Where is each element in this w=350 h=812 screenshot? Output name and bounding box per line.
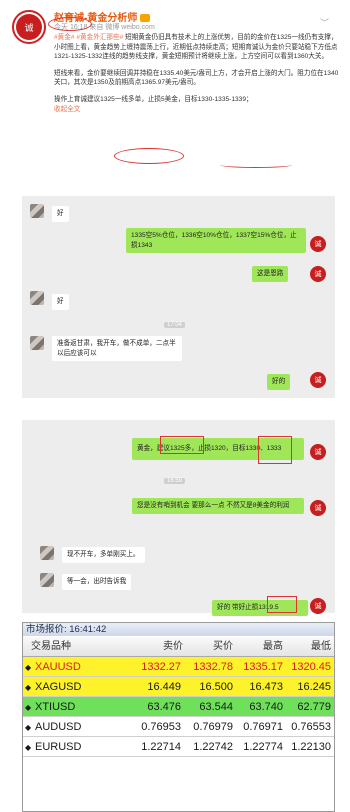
col-header-buy[interactable]: 买价: [183, 637, 233, 657]
chat-message: 现不开车，多单刚买上。: [62, 547, 145, 563]
collapse-link[interactable]: 收起全文: [54, 105, 340, 115]
sell-price: 63.476: [147, 701, 181, 713]
sell-price: 16.449: [147, 681, 181, 693]
analyst-avatar: 诚: [310, 444, 326, 460]
chat-message: 这是恩路: [252, 266, 289, 282]
arrow-up-icon: ◆: [25, 663, 32, 672]
low-price: 62.779: [297, 701, 331, 713]
buy-price: 63.544: [199, 701, 233, 713]
chat-screenshot-1: 好 1335空5%仓位，1336空10%仓位，1337空15%仓位，止损1343…: [22, 196, 335, 398]
post-body: #黄金# #黄金外汇那些# 短期黄金仍旧具有技术上的上涨优势，目前的金价在132…: [54, 33, 340, 114]
buy-price: 1.22742: [193, 741, 233, 753]
symbol-text: EURUSD: [35, 741, 82, 753]
symbol-cell: ◆ XAGUSD: [25, 677, 115, 697]
analyst-avatar: 诚: [310, 266, 326, 282]
table-row[interactable]: ◆ AUDUSD 0.76953 0.76979 0.76971 0.76553: [23, 717, 334, 737]
client-avatar: [40, 573, 54, 587]
sell-price: 0.76953: [141, 721, 181, 733]
analyst-avatar: 诚: [310, 598, 326, 614]
entry-annotation-circle: [114, 148, 184, 164]
high-price: 16.473: [249, 681, 283, 693]
table-row[interactable]: ◆ XAUUSD 1332.27 1332.78 1335.17 1320.45: [23, 657, 334, 677]
stoploss-annotation-box: [267, 596, 297, 613]
client-avatar: [30, 291, 44, 305]
table-row[interactable]: ◆ EURUSD 1.22714 1.22742 1.22774 1.22130: [23, 737, 334, 757]
symbol-text: XTIUSD: [35, 701, 76, 713]
col-header-low[interactable]: 最低: [285, 637, 331, 657]
symbol-cell: ◆ XAUUSD: [25, 657, 115, 677]
post-paragraph-2: 短线来看，金价要继续回调并持稳在1335.40美元/盎司上方，才会开启上涨的大门…: [54, 69, 339, 87]
weibo-post: 诚 赵育诚-黄金分析师 今天 16:18 来自 微博 weibo.com ﹀ #…: [0, 0, 350, 182]
chat-message: 准备返甘肃，我开车，做不成单，二点半以后应该可以: [52, 336, 182, 361]
chat-timestamp: 17:04: [164, 322, 186, 328]
high-price: 1335.17: [243, 661, 283, 673]
chat-message-trade-plan: 1335空5%仓位，1336空10%仓位，1337空15%仓位，止损1343: [126, 228, 306, 253]
symbol-text: AUDUSD: [35, 721, 82, 733]
analyst-avatar: 诚: [310, 372, 326, 388]
low-price: 16.245: [297, 681, 331, 693]
chat-screenshot-2: 黄金，建议1325多，止损1320，目标1330、1333 诚 16:59 您是…: [22, 420, 335, 616]
client-avatar: [40, 546, 54, 560]
market-quote-window: 市场报价: 16:41:42 交易品种 卖价 买价 最高 最低 ◆ XAUUSD …: [22, 622, 335, 812]
client-avatar: [30, 204, 44, 218]
client-avatar: [30, 336, 44, 350]
post-paragraph-3: 操作上育诚建议1325一线多单，止损5美金，目标1330-1335-1339；: [54, 95, 253, 103]
chat-message: 好的: [267, 374, 291, 390]
buy-price: 0.76979: [193, 721, 233, 733]
col-header-sell[interactable]: 卖价: [123, 637, 183, 657]
target-annotation-box: [258, 436, 292, 464]
analyst-avatar: 诚: [310, 500, 326, 516]
symbol-text: XAUUSD: [35, 661, 81, 673]
sell-price: 1332.27: [141, 661, 181, 673]
buy-price: 16.500: [199, 681, 233, 693]
analyst-avatar: 诚: [310, 236, 326, 252]
chat-message: 好: [52, 206, 69, 222]
arrow-up-icon: ◆: [25, 743, 32, 752]
symbol-text: XAGUSD: [35, 681, 82, 693]
col-header-symbol[interactable]: 交易品种: [31, 637, 111, 657]
table-row[interactable]: ◆ XTIUSD 63.476 63.544 63.740 62.779: [23, 697, 334, 717]
chat-message: 等一会，出时告诉我: [62, 574, 132, 590]
low-price: 1.22130: [291, 741, 331, 753]
time-annotation-circle: [48, 17, 92, 31]
symbol-cell: ◆ XTIUSD: [25, 697, 115, 717]
high-price: 1.22774: [243, 741, 283, 753]
low-price: 1320.45: [291, 661, 331, 673]
chat-message: 好: [52, 294, 69, 310]
arrow-up-icon: ◆: [25, 683, 32, 692]
chat-message: 您是没有哨到机会 要那么一点 不然又是8美金的利润: [132, 498, 304, 514]
low-price: 0.76553: [291, 721, 331, 733]
arrow-up-icon: ◆: [25, 723, 32, 732]
symbol-cell: ◆ AUDUSD: [25, 717, 115, 737]
col-header-high[interactable]: 最高: [235, 637, 283, 657]
post-source: 来自 微博 weibo.com: [89, 24, 155, 31]
target-annotation-underline: [220, 162, 292, 168]
sell-price: 1.22714: [141, 741, 181, 753]
high-price: 63.740: [249, 701, 283, 713]
author-avatar[interactable]: 诚: [12, 10, 46, 44]
symbol-cell: ◆ EURUSD: [25, 737, 115, 757]
high-price: 0.76971: [243, 721, 283, 733]
table-row[interactable]: ◆ XAGUSD 16.449 16.500 16.473 16.245: [23, 677, 334, 697]
post-tags[interactable]: #黄金# #黄金外汇那些#: [54, 34, 123, 41]
quote-header-row: 交易品种 卖价 买价 最高 最低: [23, 637, 334, 657]
buy-price: 1332.78: [193, 661, 233, 673]
chat-timestamp: 16:59: [164, 478, 186, 484]
arrow-up-icon: ◆: [25, 703, 32, 712]
chevron-down-icon[interactable]: ﹀: [320, 16, 329, 29]
entry-annotation-box: [160, 436, 204, 454]
quote-title: 市场报价: 16:41:42: [23, 623, 334, 636]
